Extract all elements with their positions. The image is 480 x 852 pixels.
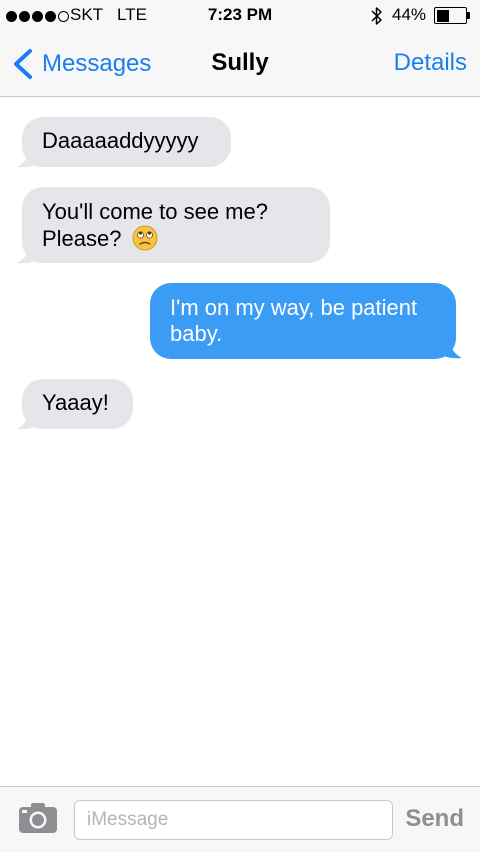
message-input[interactable] — [74, 800, 393, 840]
message-text: I'm on my way, be patient baby. — [170, 295, 418, 346]
details-button[interactable]: Details — [394, 49, 467, 77]
message-text: Daaaaaddyyyyy — [42, 128, 199, 153]
compose-bar: Send — [0, 786, 480, 852]
status-bar: SKT LTE 7:23 PM 44% — [0, 0, 480, 32]
rolling-eyes-emoji-icon — [132, 225, 158, 251]
send-button[interactable]: Send — [405, 805, 464, 833]
battery-icon — [434, 7, 467, 24]
message-bubble-incoming[interactable]: You'll come to see me? Please? — [22, 187, 330, 263]
bluetooth-icon — [371, 7, 382, 25]
message-bubble-outgoing[interactable]: I'm on my way, be patient baby. — [150, 283, 456, 359]
battery-tip — [467, 12, 470, 19]
message-bubble-incoming[interactable]: Daaaaaddyyyyy — [22, 117, 231, 167]
message-bubble-incoming[interactable]: Yaaay! — [22, 379, 133, 429]
battery-percent: 44% — [392, 5, 427, 24]
camera-icon[interactable] — [18, 802, 58, 834]
message-text-line-2: Please? — [42, 226, 122, 251]
message-text: Yaaay! — [42, 390, 109, 415]
battery-level — [436, 9, 449, 22]
nav-bar: Messages Sully Details — [0, 32, 480, 97]
message-text: You'll come to see me? — [42, 199, 268, 224]
